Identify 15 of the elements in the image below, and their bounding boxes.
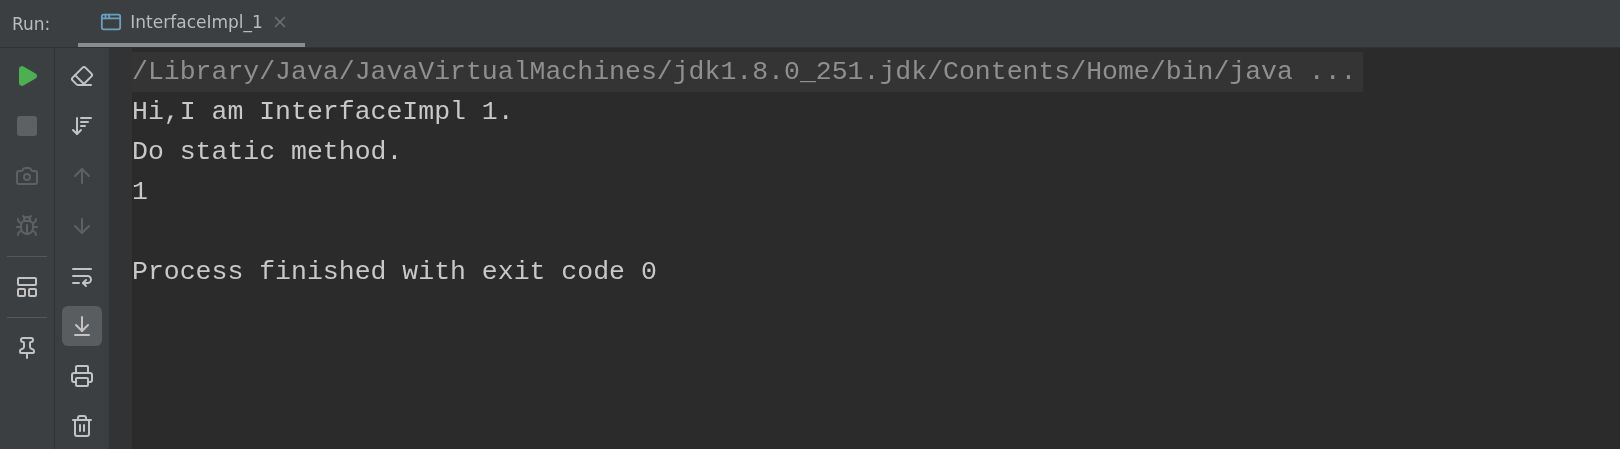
eraser-icon <box>70 64 94 88</box>
output-line: Do static method. <box>132 136 403 169</box>
layout-icon <box>15 275 39 299</box>
output-line: Hi,I am InterfaceImpl 1. <box>132 96 514 129</box>
sort-icon <box>70 114 94 138</box>
bug-icon <box>15 214 39 238</box>
trash-icon <box>70 414 94 438</box>
output-line: 1 <box>132 176 148 209</box>
printer-icon <box>70 364 94 388</box>
camera-icon <box>15 164 39 188</box>
stop-icon <box>15 114 39 138</box>
run-label: Run: <box>12 13 51 34</box>
scroll-to-end-button[interactable] <box>62 306 102 346</box>
output-line: Process finished with exit code 0 <box>132 256 657 289</box>
tab-label: InterfaceImpl_1 <box>130 11 263 32</box>
